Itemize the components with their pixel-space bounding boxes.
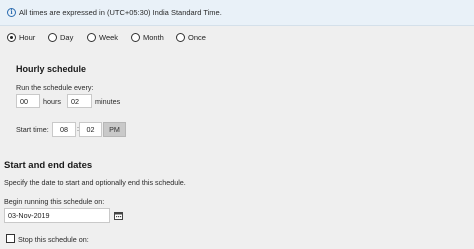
timezone-info-bar: i All times are expressed in (UTC+05:30)… <box>0 0 474 26</box>
start-hour-input[interactable]: 08 <box>52 122 76 137</box>
radio-once[interactable]: Once <box>176 33 206 42</box>
radio-label: Once <box>188 33 206 42</box>
radio-circle[interactable] <box>48 33 57 42</box>
frequency-radio-group: Hour Day Week Month Once <box>7 33 206 42</box>
start-time-label: Start time: <box>16 125 49 134</box>
radio-circle[interactable] <box>7 33 16 42</box>
minutes-label: minutes <box>95 97 121 106</box>
radio-hour[interactable]: Hour <box>7 33 48 42</box>
am-pm-toggle[interactable]: PM <box>103 122 126 137</box>
begin-running-label: Begin running this schedule on: <box>4 197 105 206</box>
stop-schedule-label: Stop this schedule on: <box>18 235 89 244</box>
begin-date-input[interactable]: 03-Nov-2019 <box>4 208 110 223</box>
start-end-dates-heading: Start and end dates <box>4 160 93 171</box>
timezone-info-text: All times are expressed in (UTC+05:30) I… <box>19 8 222 17</box>
radio-label: Day <box>60 33 74 42</box>
radio-week[interactable]: Week <box>87 33 131 42</box>
start-minute-input[interactable]: 02 <box>79 122 102 137</box>
radio-circle[interactable] <box>176 33 185 42</box>
stop-schedule-checkbox[interactable] <box>6 234 15 243</box>
radio-label: Week <box>99 33 119 42</box>
radio-label: Month <box>143 33 164 42</box>
dates-description: Specify the date to start and optionally… <box>4 178 186 187</box>
calendar-icon[interactable] <box>112 209 124 221</box>
radio-circle[interactable] <box>131 33 140 42</box>
hourly-schedule-heading: Hourly schedule <box>16 64 87 74</box>
info-icon: i <box>7 8 16 17</box>
radio-month[interactable]: Month <box>131 33 176 42</box>
run-every-label: Run the schedule every: <box>16 83 94 92</box>
minutes-input[interactable]: 02 <box>67 94 92 108</box>
hours-input[interactable]: 00 <box>16 94 40 108</box>
radio-label: Hour <box>19 33 36 42</box>
radio-day[interactable]: Day <box>48 33 87 42</box>
hours-label: hours <box>43 97 61 106</box>
radio-circle[interactable] <box>87 33 96 42</box>
